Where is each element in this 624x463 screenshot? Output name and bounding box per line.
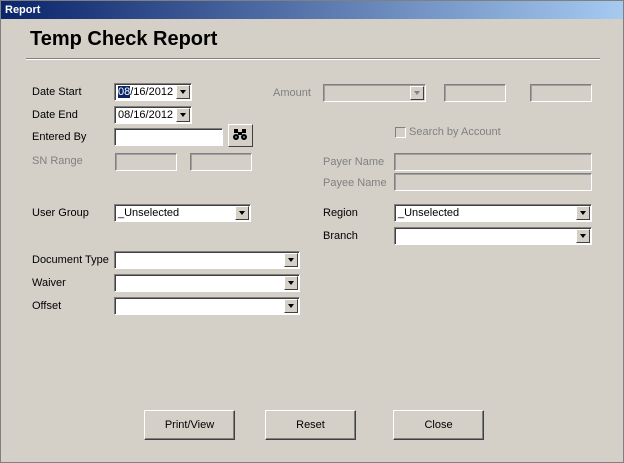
amount-operator-select[interactable] — [323, 84, 426, 102]
waiver-select[interactable] — [114, 274, 300, 292]
chevron-down-icon[interactable] — [284, 276, 298, 290]
document-type-select[interactable] — [114, 251, 300, 269]
user-group-select[interactable]: _Unselected — [114, 204, 251, 222]
payee-name-input[interactable] — [394, 173, 592, 191]
search-by-account-label: Search by Account — [409, 126, 501, 138]
chevron-down-icon[interactable] — [284, 253, 298, 267]
payer-name-input[interactable] — [394, 153, 592, 171]
waiver-label: Waiver — [32, 277, 66, 289]
search-by-account-checkbox[interactable] — [395, 127, 406, 138]
chevron-down-icon[interactable] — [235, 206, 249, 220]
chevron-down-icon[interactable] — [576, 229, 590, 243]
chevron-down-icon[interactable] — [576, 206, 590, 220]
find-user-button[interactable] — [228, 124, 253, 147]
sn-range-to-input[interactable] — [190, 153, 252, 171]
chevron-down-icon[interactable] — [176, 85, 190, 99]
amount-label: Amount — [273, 87, 311, 99]
payer-name-label: Payer Name — [323, 156, 385, 168]
region-value: _Unselected — [398, 207, 460, 219]
date-start-label: Date Start — [32, 86, 82, 98]
date-end-value: 08/16/2012 — [118, 109, 174, 121]
page-title: Temp Check Report — [30, 28, 218, 50]
payee-name-label: Payee Name — [323, 177, 387, 189]
report-window: Report Temp Check Report Date Start 08/1… — [0, 0, 624, 463]
date-end-label: Date End — [32, 109, 78, 121]
chevron-down-icon[interactable] — [284, 299, 298, 313]
window-title: Report — [1, 1, 623, 19]
reset-button[interactable]: Reset — [265, 410, 356, 440]
region-label: Region — [323, 207, 358, 219]
sn-range-from-input[interactable] — [115, 153, 177, 171]
date-start-value-rest: /16/2012 — [130, 86, 174, 98]
branch-select[interactable] — [394, 227, 592, 245]
branch-label: Branch — [323, 230, 358, 242]
sn-range-label: SN Range — [32, 155, 83, 167]
entered-by-label: Entered By — [32, 131, 87, 143]
offset-select[interactable] — [114, 297, 300, 315]
document-type-label: Document Type — [32, 254, 109, 266]
amount-value2-input[interactable] — [530, 84, 592, 102]
date-end-picker[interactable]: 08/16/2012 — [114, 106, 192, 124]
close-button[interactable]: Close — [393, 410, 484, 440]
date-start-month-selected: 08 — [118, 86, 131, 98]
amount-value1-input[interactable] — [444, 84, 506, 102]
region-select[interactable]: _Unselected — [394, 204, 592, 222]
offset-label: Offset — [32, 300, 62, 312]
user-group-label: User Group — [32, 207, 89, 219]
title-divider — [26, 58, 600, 60]
binoculars-icon — [233, 129, 247, 140]
print-view-button[interactable]: Print/View — [144, 410, 235, 440]
entered-by-input[interactable] — [114, 128, 223, 146]
date-start-picker[interactable]: 08/16/2012 — [114, 83, 192, 101]
chevron-down-icon[interactable] — [176, 108, 190, 122]
user-group-value: _Unselected — [118, 207, 180, 219]
chevron-down-icon[interactable] — [410, 86, 424, 100]
